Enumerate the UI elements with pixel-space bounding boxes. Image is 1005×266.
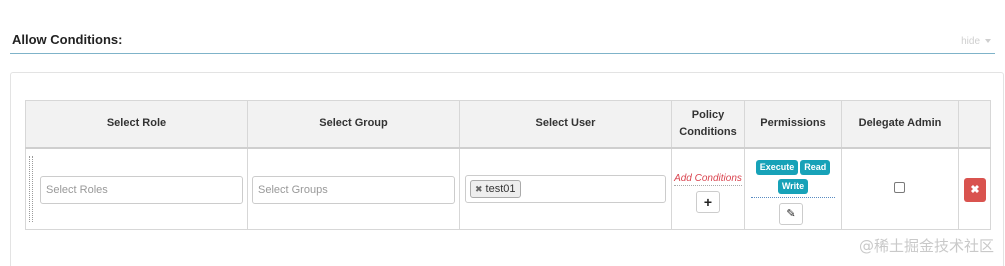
- table-header-row: Select Role Select Group Select User Pol…: [25, 100, 991, 149]
- pencil-icon[interactable]: ✎: [779, 202, 803, 225]
- role-cell: Select Roles: [25, 147, 248, 230]
- permission-tag-read[interactable]: Read: [800, 159, 831, 175]
- groups-select[interactable]: Select Groups: [252, 175, 455, 204]
- group-cell: Select Groups: [247, 147, 460, 230]
- header-permissions: Permissions: [744, 100, 842, 149]
- permission-tags: Execute Read Write: [745, 159, 841, 197]
- section-title: Allow Conditions:: [12, 32, 123, 47]
- roles-select[interactable]: Select Roles: [40, 175, 243, 204]
- hide-toggle[interactable]: hide: [961, 36, 991, 47]
- permissions-cell: Execute Read Write ✎: [744, 147, 842, 230]
- caret-down-icon[interactable]: [985, 39, 991, 44]
- header-actions: [958, 100, 991, 149]
- permissions-underline: [751, 196, 835, 198]
- allow-conditions-table: Select Role Select Group Select User Pol…: [25, 100, 991, 230]
- remove-tag-icon[interactable]: ✖: [475, 184, 483, 194]
- users-select[interactable]: ✖ test01: [465, 174, 666, 203]
- watermark: @稀土掘金技术社区: [858, 237, 994, 255]
- header-select-user: Select User: [459, 100, 672, 149]
- delegate-admin-checkbox[interactable]: [894, 181, 905, 193]
- add-condition-button[interactable]: +: [696, 190, 720, 213]
- permission-tag-write[interactable]: Write: [777, 178, 809, 194]
- hide-label[interactable]: hide: [961, 36, 980, 47]
- delegate-admin-cell: [841, 147, 959, 230]
- permission-tag-execute[interactable]: Execute: [755, 159, 799, 175]
- header-select-group: Select Group: [247, 100, 460, 149]
- user-tag-label: test01: [485, 182, 516, 195]
- add-conditions-link[interactable]: Add Conditions: [672, 172, 744, 186]
- delete-row-button[interactable]: ✖: [964, 177, 986, 202]
- close-icon[interactable]: ✖: [970, 184, 979, 196]
- section-divider: [10, 53, 995, 54]
- header-delegate-admin: Delegate Admin: [841, 100, 959, 149]
- policy-conditions-cell: Add Conditions +: [671, 147, 745, 230]
- header-policy-conditions: Policy Conditions: [671, 100, 745, 149]
- user-cell: ✖ test01: [459, 147, 672, 230]
- actions-cell: ✖: [958, 147, 991, 230]
- header-policy-conditions-label: Policy Conditions: [679, 108, 737, 138]
- header-select-role: Select Role: [25, 100, 248, 149]
- user-tag: ✖ test01: [470, 179, 521, 198]
- table-row: Select Roles Select Groups ✖ test01 Add C…: [25, 147, 991, 230]
- drag-handle[interactable]: [29, 155, 33, 222]
- add-conditions-label[interactable]: Add Conditions: [674, 172, 742, 186]
